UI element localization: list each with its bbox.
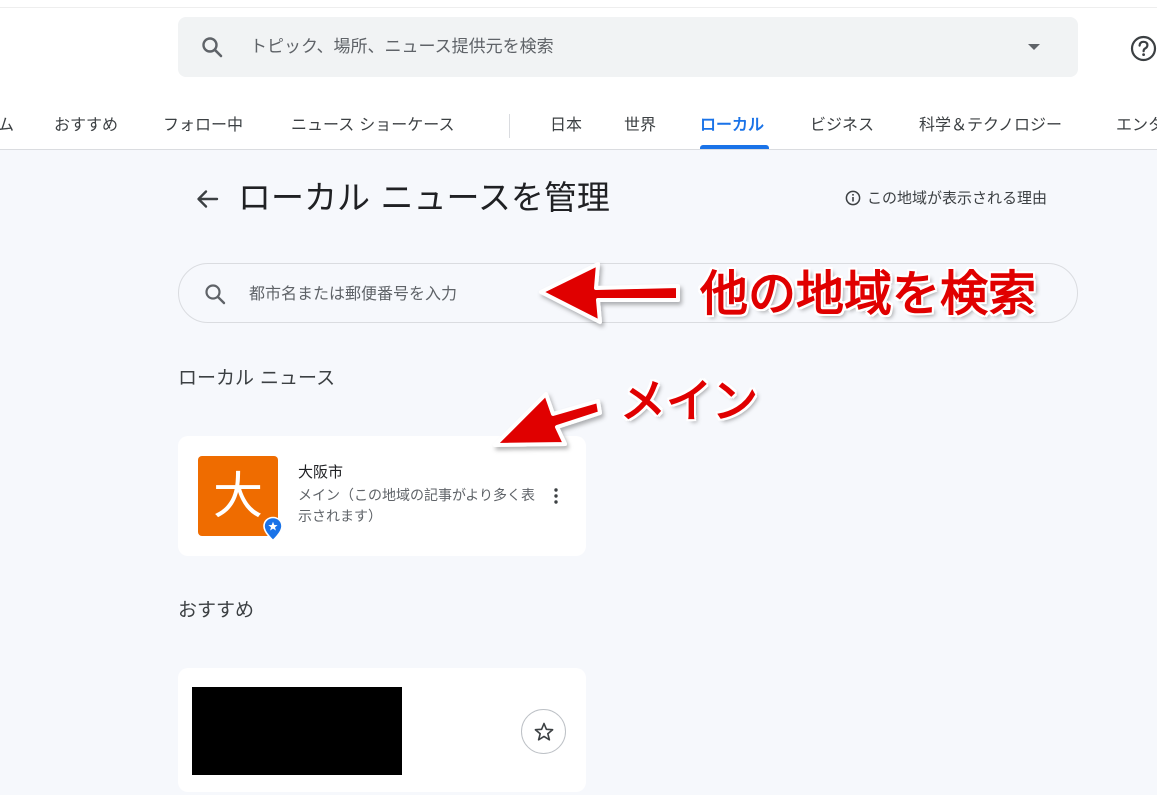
- back-arrow-icon[interactable]: [194, 185, 222, 213]
- tab-recommended[interactable]: おすすめ: [54, 114, 118, 136]
- more-vert-icon[interactable]: [549, 486, 563, 506]
- tab-entertainment[interactable]: エンタ: [1116, 114, 1157, 136]
- dropdown-caret-icon[interactable]: [1028, 44, 1040, 50]
- tab-japan[interactable]: 日本: [550, 114, 582, 136]
- location-search-placeholder[interactable]: 都市名または郵便番号を入力: [249, 283, 457, 305]
- city-name: 大阪市: [298, 463, 344, 481]
- page-title: ローカル ニュースを管理: [238, 178, 610, 217]
- location-pin-icon: [263, 516, 283, 542]
- why-this-location-link[interactable]: この地域が表示される理由: [845, 188, 1047, 208]
- main-annotation-label: メイン: [620, 374, 758, 428]
- search-annotation-label: 他の地域を検索: [700, 266, 1037, 322]
- help-icon[interactable]: [1130, 35, 1157, 62]
- tab-following[interactable]: フォロー中: [163, 114, 243, 136]
- tab-business[interactable]: ビジネス: [810, 114, 874, 136]
- search-icon[interactable]: [200, 35, 224, 59]
- global-search-bar[interactable]: トピック、場所、ニュース提供元を検索: [178, 17, 1078, 77]
- tab-local[interactable]: ローカル: [700, 114, 764, 136]
- section-tabs: ム おすすめ フォロー中 ニュース ショーケース 日本 世界 ローカル ビジネス…: [0, 100, 1157, 150]
- star-icon: [534, 722, 554, 741]
- why-this-location-label[interactable]: この地域が表示される理由: [867, 188, 1047, 208]
- city-description: メイン（この地域の記事がより多く表示されます）: [298, 488, 536, 525]
- recommended-card[interactable]: [178, 668, 586, 792]
- header-edge: [0, 7, 1157, 8]
- search-icon: [205, 284, 226, 305]
- page: トピック、場所、ニュース提供元を検索 ム おすすめ フォロー中 ニュース ショー…: [0, 0, 1157, 795]
- active-tab-indicator: [700, 145, 769, 149]
- tab-world[interactable]: 世界: [624, 114, 656, 136]
- tab-news-showcase[interactable]: ニュース ショーケース: [291, 114, 455, 136]
- local-news-heading: ローカル ニュース: [178, 367, 336, 389]
- global-search-placeholder[interactable]: トピック、場所、ニュース提供元を検索: [250, 35, 554, 59]
- follow-star-button[interactable]: [521, 709, 566, 754]
- tab-divider: [509, 114, 510, 138]
- redacted-block: [192, 687, 402, 775]
- local-news-card[interactable]: 大 大阪市 メイン（この地域の記事がより多く表示されます）: [178, 436, 586, 556]
- tab-science-tech[interactable]: 科学＆テクノロジー: [919, 114, 1062, 136]
- recommended-heading: おすすめ: [178, 599, 255, 621]
- tab-home[interactable]: ム: [0, 114, 14, 136]
- info-icon: [845, 190, 861, 206]
- top-header: トピック、場所、ニュース提供元を検索 ム おすすめ フォロー中 ニュース ショー…: [0, 0, 1157, 150]
